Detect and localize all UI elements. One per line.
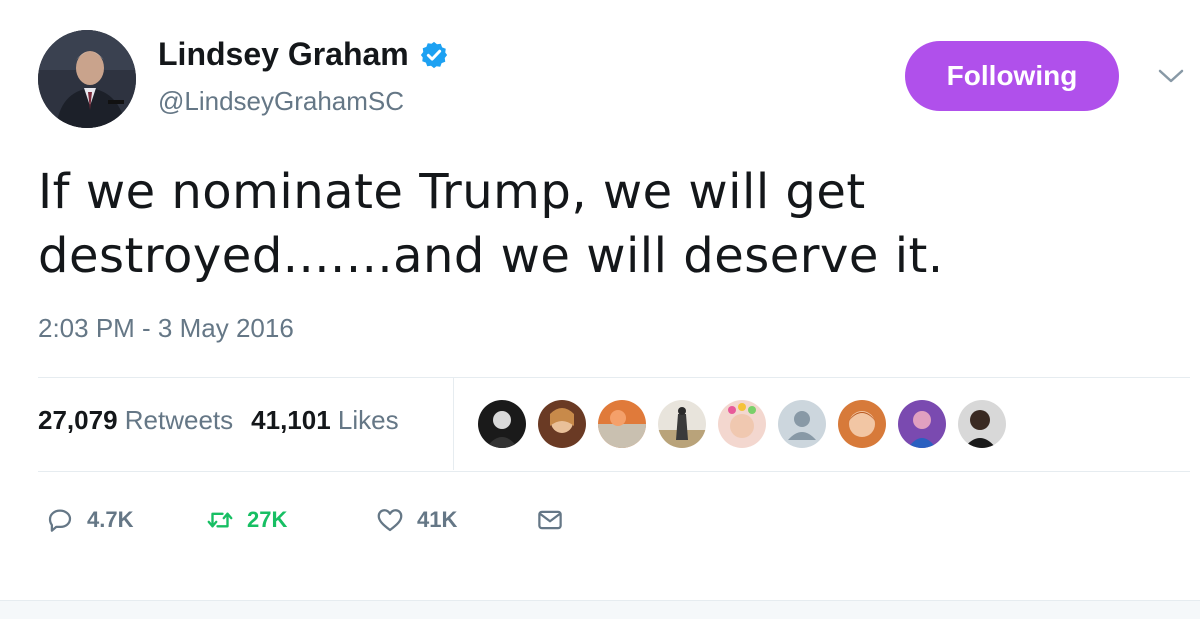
liker-avatar[interactable] (898, 400, 946, 448)
liker-avatar[interactable] (658, 400, 706, 448)
reply-count: 4.7K (87, 507, 134, 532)
likes-label: Likes (337, 405, 399, 435)
chevron-down-icon[interactable] (1156, 66, 1186, 86)
author-handle[interactable]: @LindseyGrahamSC (158, 86, 404, 117)
footer-bar (0, 600, 1200, 619)
tweet-text-line: If we nominate Trump, we will get (38, 164, 866, 220)
default-user-icon (778, 400, 826, 448)
user-photo-icon (898, 400, 946, 448)
divider (38, 377, 1190, 378)
liker-avatar[interactable] (598, 400, 646, 448)
like-button[interactable]: 41K (375, 505, 535, 535)
retweet-icon (207, 512, 233, 528)
tweet-text: If we nominate Trump, we will get destro… (38, 160, 1158, 288)
user-photo-icon (538, 400, 586, 448)
liker-avatar[interactable] (778, 400, 826, 448)
retweets-stat[interactable]: 27,079 Retweets (38, 405, 233, 436)
user-photo-icon (478, 400, 526, 448)
divider (38, 471, 1190, 472)
likes-stat[interactable]: 41,101 Likes (251, 405, 398, 436)
user-photo-icon (838, 400, 886, 448)
tweet-timestamp[interactable]: 2:03 PM - 3 May 2016 (38, 313, 294, 344)
author-name-text: Lindsey Graham (158, 36, 409, 72)
following-button[interactable]: Following (905, 41, 1119, 111)
direct-message-button[interactable] (535, 505, 565, 535)
tweet-actions: 4.7K 27K 41K (45, 505, 565, 535)
user-photo-icon (718, 400, 766, 448)
author-avatar[interactable] (38, 30, 136, 128)
liker-avatar[interactable] (478, 400, 526, 448)
liker-avatar[interactable] (718, 400, 766, 448)
heart-icon (377, 509, 403, 532)
verified-badge-icon (420, 41, 447, 68)
envelope-icon (538, 510, 562, 530)
reply-button[interactable]: 4.7K (45, 505, 205, 535)
divider (453, 378, 454, 470)
user-photo-icon (958, 400, 1006, 448)
retweets-label: Retweets (124, 405, 234, 435)
like-count: 41K (417, 507, 458, 532)
liker-avatar[interactable] (838, 400, 886, 448)
retweet-button[interactable]: 27K (205, 505, 375, 535)
user-photo-icon (658, 400, 706, 448)
profile-photo-icon (38, 30, 136, 128)
tweet-stats: 27,079 Retweets 41,101 Likes (38, 405, 399, 436)
liker-avatar[interactable] (538, 400, 586, 448)
reply-icon (48, 509, 72, 532)
retweets-count: 27,079 (38, 405, 118, 435)
likes-count: 41,101 (251, 405, 331, 435)
author-name[interactable]: Lindsey Graham (158, 36, 449, 73)
likers-list (478, 400, 1006, 448)
user-photo-icon (598, 400, 646, 448)
liker-avatar[interactable] (958, 400, 1006, 448)
retweet-count: 27K (247, 507, 288, 532)
tweet-text-line: destroyed.......and we will deserve it. (38, 228, 944, 284)
